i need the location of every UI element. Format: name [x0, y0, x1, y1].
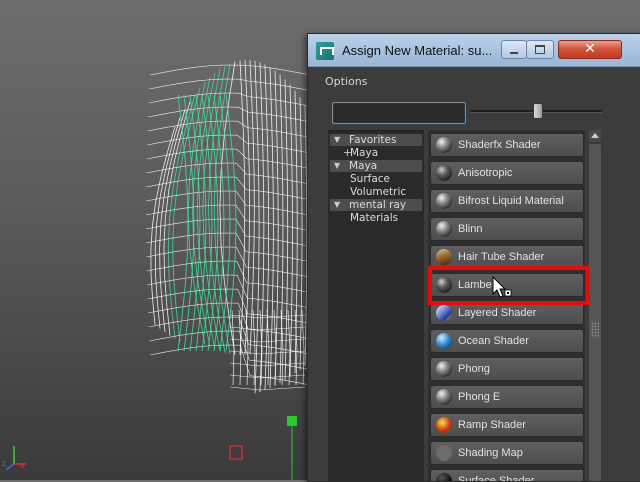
minimize-button[interactable]: [501, 40, 527, 59]
expand-arrow-icon[interactable]: ▼: [334, 134, 340, 146]
shader-label: Surface Shader: [458, 475, 535, 481]
shader-button-shading-map[interactable]: Shading Map: [430, 441, 584, 465]
maximize-button[interactable]: [526, 40, 554, 59]
shader-list: Shaderfx Shader Anisotropic Bifrost Liquid…: [428, 130, 585, 481]
ramp-swatch-icon: [436, 417, 452, 433]
shader-label: Anisotropic: [458, 167, 513, 179]
maya-app-icon: [316, 42, 334, 60]
shader-label: Bifrost Liquid Material: [458, 195, 564, 207]
filter-input[interactable]: [332, 102, 466, 124]
sphere-swatch-icon: [436, 389, 452, 405]
shader-label: Layered Shader: [458, 307, 537, 319]
slider-handle[interactable]: [533, 103, 543, 119]
resize-grip-icon[interactable]: [591, 322, 599, 338]
tree-item-mental-ray[interactable]: ▼ mental ray: [330, 199, 422, 211]
shader-button-blinn[interactable]: Blinn: [430, 217, 584, 241]
shader-label: Shading Map: [458, 447, 523, 459]
shader-list-scrollbar[interactable]: [588, 130, 602, 481]
shader-label: Hair Tube Shader: [458, 251, 545, 263]
category-tree: ▼ Favorites + Maya ▼ Maya Surface Volume…: [328, 130, 424, 482]
shader-label: Phong E: [458, 391, 501, 403]
flat-swatch-icon: [436, 445, 452, 461]
dialog-title: Assign New Material: su...: [342, 43, 493, 58]
shader-button-shaderfx-shader[interactable]: Shaderfx Shader: [430, 133, 584, 157]
tree-item-surface[interactable]: Surface: [330, 173, 422, 185]
sphere-swatch-icon: [436, 221, 452, 237]
scroll-thumb[interactable]: [589, 144, 601, 481]
sphere-swatch-icon: [436, 277, 452, 293]
shader-button-bifrost-liquid-material[interactable]: Bifrost Liquid Material: [430, 189, 584, 213]
dialog-titlebar[interactable]: Assign New Material: su... ✕: [308, 34, 640, 67]
layered-swatch-icon: [436, 305, 452, 321]
shader-button-anisotropic[interactable]: Anisotropic: [430, 161, 584, 185]
sphere-swatch-icon: [436, 137, 452, 153]
shader-button-ramp-shader[interactable]: Ramp Shader: [430, 413, 584, 437]
scroll-up-arrow-icon[interactable]: [589, 130, 601, 142]
shader-label: Ocean Shader: [458, 335, 529, 347]
hair-tube-swatch-icon: [436, 249, 452, 265]
shader-button-layered-shader[interactable]: Layered Shader: [430, 301, 584, 325]
shader-label: Ramp Shader: [458, 419, 526, 431]
shader-button-phong[interactable]: Phong: [430, 357, 584, 381]
shader-button-ocean-shader[interactable]: Ocean Shader: [430, 329, 584, 353]
shader-label: Phong: [458, 363, 490, 375]
shader-button-phong-e[interactable]: Phong E: [430, 385, 584, 409]
shader-button-surface-shader[interactable]: Surface Shader: [430, 469, 584, 481]
assign-material-dialog[interactable]: Assign New Material: su... ✕ Options ▼ F…: [307, 33, 640, 482]
tree-item-favorites[interactable]: ▼ Favorites: [330, 134, 422, 146]
tree-item-volumetric[interactable]: Volumetric: [330, 186, 422, 198]
sphere-swatch-icon: [436, 361, 452, 377]
options-menu[interactable]: Options: [325, 75, 367, 88]
shader-label: Blinn: [458, 223, 483, 235]
mouse-cursor-icon: [492, 276, 512, 298]
sphere-swatch-icon: [436, 193, 452, 209]
sphere-swatch-icon: [436, 165, 452, 181]
expand-arrow-icon[interactable]: ▼: [334, 160, 340, 172]
ocean-swatch-icon: [436, 333, 452, 349]
shader-label: Shaderfx Shader: [458, 139, 541, 151]
tree-item-favorites-maya[interactable]: + Maya: [330, 147, 422, 159]
shader-button-hair-tube-shader[interactable]: Hair Tube Shader: [430, 245, 584, 269]
tree-item-maya[interactable]: ▼ Maya: [330, 160, 422, 172]
close-button[interactable]: ✕: [558, 40, 622, 59]
tree-item-materials[interactable]: Materials: [330, 212, 422, 224]
close-icon: ✕: [584, 41, 596, 57]
expand-arrow-icon[interactable]: ▼: [334, 199, 340, 211]
swatch-size-slider[interactable]: [470, 103, 602, 119]
